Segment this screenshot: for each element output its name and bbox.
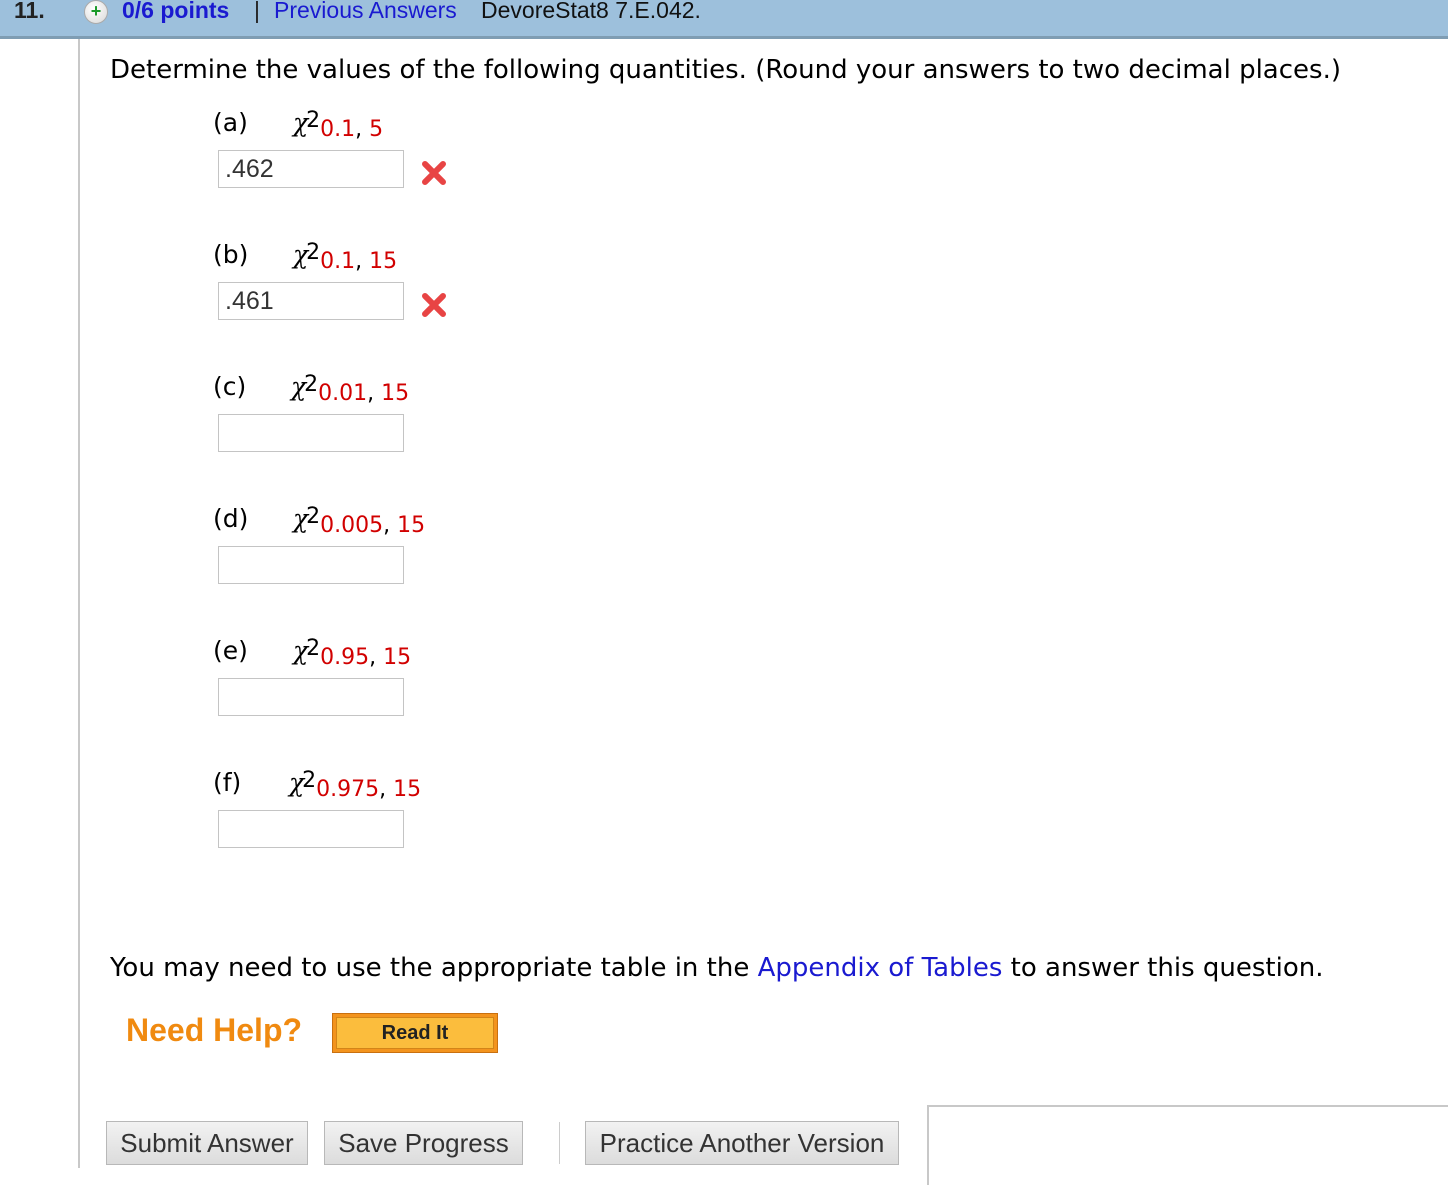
question-prompt: Determine the values of the following qu… xyxy=(110,55,1341,85)
read-it-label: Read It xyxy=(336,1017,494,1049)
read-it-button[interactable]: Read It xyxy=(332,1013,498,1053)
problem-code: DevoreStat8 7.E.042. xyxy=(481,0,701,23)
part-label: (b) xyxy=(213,240,249,269)
part-label: (c) xyxy=(213,372,247,401)
points-link[interactable]: 0/6 points xyxy=(122,0,229,24)
part-label: (a) xyxy=(213,108,248,137)
header-separator: | xyxy=(254,0,260,23)
part-b-label-row: (b) χ20.1, 15 xyxy=(213,240,397,274)
exponent: 2 xyxy=(306,108,321,133)
answer-input-c[interactable] xyxy=(218,414,404,452)
alpha-value: 0.1 xyxy=(320,249,356,274)
appendix-note: You may need to use the appropriate tabl… xyxy=(110,953,1323,983)
left-divider xyxy=(78,39,80,1168)
side-panel xyxy=(927,1105,1448,1185)
exponent: 2 xyxy=(306,240,321,265)
note-text-before: You may need to use the appropriate tabl… xyxy=(110,953,758,983)
plus-icon[interactable]: + xyxy=(84,0,108,24)
part-label: (f) xyxy=(213,768,242,797)
part-label: (d) xyxy=(213,504,249,533)
question-number: 11. xyxy=(14,0,45,23)
comma: , xyxy=(383,513,391,538)
alpha-value: 0.1 xyxy=(320,117,356,142)
need-help-label: Need Help? xyxy=(126,1012,303,1048)
answer-input-a[interactable] xyxy=(218,150,404,188)
incorrect-x-icon xyxy=(422,293,446,317)
part-label: (e) xyxy=(213,636,248,665)
appendix-of-tables-link[interactable]: Appendix of Tables xyxy=(758,953,1003,983)
df-value: 15 xyxy=(369,249,398,274)
part-e-label-row: (e) χ20.95, 15 xyxy=(213,636,411,670)
part-a-label-row: (a) χ20.1, 5 xyxy=(213,108,383,142)
df-value: 15 xyxy=(397,513,426,538)
part-c-label-row: (c) χ20.01, 15 xyxy=(213,372,409,406)
question-header: 11. + 0/6 points | Previous Answers Devo… xyxy=(0,0,1448,39)
previous-answers-link[interactable]: Previous Answers xyxy=(274,0,457,24)
answer-input-b[interactable] xyxy=(218,282,404,320)
part-f-label-row: (f) χ20.975, 15 xyxy=(213,768,421,802)
df-value: 5 xyxy=(369,117,384,142)
comma: , xyxy=(355,249,363,274)
answer-input-d[interactable] xyxy=(218,546,404,584)
submit-answer-button[interactable]: Submit Answer xyxy=(106,1121,308,1165)
exponent: 2 xyxy=(306,504,321,529)
exponent: 2 xyxy=(306,636,321,661)
alpha-value: 0.01 xyxy=(318,381,368,406)
incorrect-x-icon xyxy=(422,161,446,185)
comma: , xyxy=(367,381,375,406)
note-text-after: to answer this question. xyxy=(1002,953,1324,983)
df-value: 15 xyxy=(381,381,410,406)
answer-input-e[interactable] xyxy=(218,678,404,716)
df-value: 15 xyxy=(393,777,422,802)
df-value: 15 xyxy=(383,645,412,670)
save-progress-button[interactable]: Save Progress xyxy=(324,1121,523,1165)
button-divider xyxy=(559,1122,560,1164)
part-d-label-row: (d) χ20.005, 15 xyxy=(213,504,425,538)
comma: , xyxy=(369,645,377,670)
alpha-value: 0.95 xyxy=(320,645,370,670)
practice-another-version-button[interactable]: Practice Another Version xyxy=(585,1121,899,1165)
answer-input-f[interactable] xyxy=(218,810,404,848)
comma: , xyxy=(379,777,387,802)
alpha-value: 0.005 xyxy=(320,513,384,538)
alpha-value: 0.975 xyxy=(316,777,380,802)
exponent: 2 xyxy=(304,372,319,397)
exponent: 2 xyxy=(302,768,317,793)
comma: , xyxy=(355,117,363,142)
